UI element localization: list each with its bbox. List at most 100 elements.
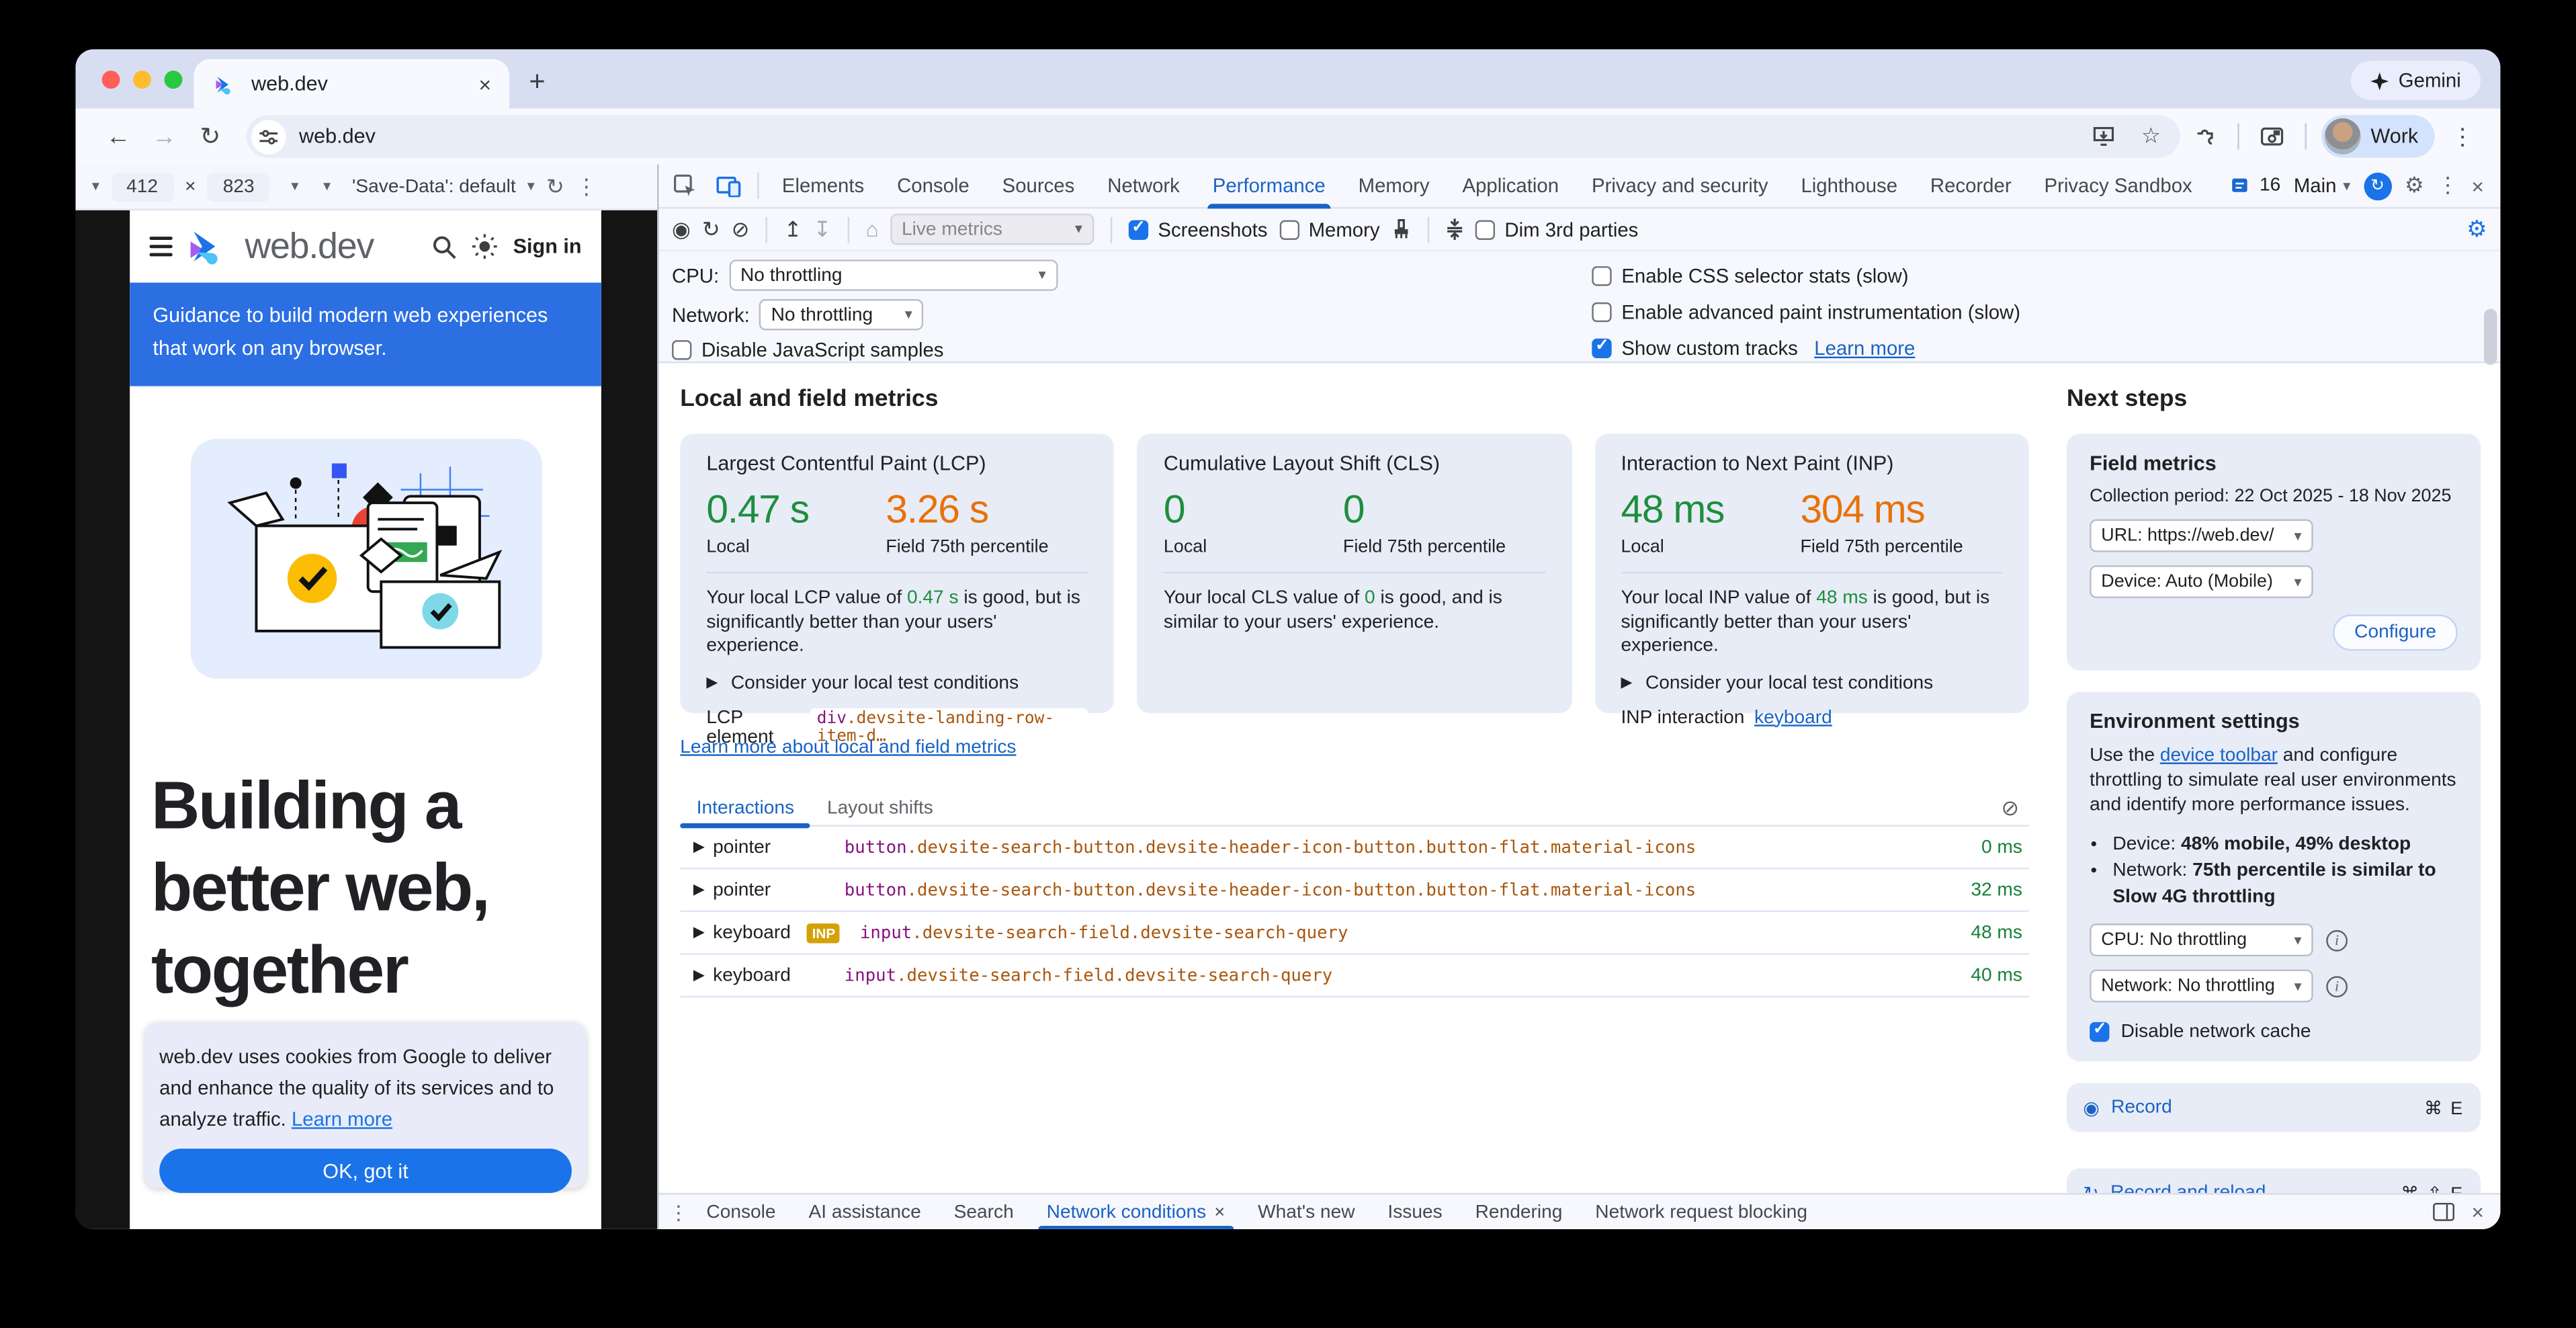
tab-sources[interactable]: Sources [988, 163, 1090, 208]
side-panel-search-icon[interactable] [2254, 126, 2290, 147]
device-toolbar-link[interactable]: device toolbar [2160, 746, 2278, 765]
expand-caret-icon[interactable]: ▶ [680, 881, 699, 899]
record-and-reload-icon[interactable]: ↻ [702, 216, 720, 243]
bookmark-star-icon[interactable]: ☆ [2135, 123, 2167, 149]
drawer-tab-network-request-blocking[interactable]: Network request blocking [1580, 1194, 1822, 1229]
drawer-tab-console[interactable]: Console [691, 1194, 790, 1229]
console-message-count[interactable]: 16 [2260, 176, 2280, 196]
expand-caret-icon[interactable]: ▶ [680, 966, 699, 985]
drawer-tab-ai-assistance[interactable]: AI assistance [793, 1194, 935, 1229]
profile-button[interactable]: Work [2321, 115, 2435, 158]
clear-icon[interactable]: ⊘ [732, 216, 750, 243]
tab-console[interactable]: Console [882, 163, 984, 208]
install-app-icon[interactable] [2087, 126, 2121, 146]
search-icon[interactable] [433, 234, 458, 259]
console-messages-icon[interactable] [2231, 177, 2253, 195]
custom-tracks-learn-more-link[interactable]: Learn more [1814, 337, 1915, 360]
zoom-dropdown[interactable]: ▾ [291, 177, 298, 196]
field-url-select[interactable]: URL: https://web.dev/▾ [2090, 520, 2313, 552]
close-drawer-tab-icon[interactable]: × [1214, 1202, 1225, 1222]
hamburger-menu-icon[interactable] [150, 237, 173, 256]
screenshots-checkbox[interactable]: Screenshots [1128, 218, 1267, 241]
maximize-window-button[interactable] [165, 70, 183, 88]
dim-3rd-parties-checkbox[interactable]: Dim 3rd parties [1475, 218, 1638, 241]
interaction-row[interactable]: ▶ keyboard INP input.devsite-search-fiel… [680, 912, 2028, 955]
extensions-icon[interactable] [2187, 125, 2223, 148]
live-metrics-home-icon[interactable]: ⌂ [865, 217, 878, 242]
css-selector-stats-checkbox[interactable]: Enable CSS selector stats (slow) [1592, 263, 2020, 288]
theme-toggle-icon[interactable] [472, 233, 499, 259]
inp-local-conditions-disclosure[interactable]: ▶ Consider your local test conditions [1621, 673, 2002, 692]
url-text[interactable]: web.dev [299, 125, 2074, 148]
window-controls[interactable] [102, 49, 183, 108]
address-bar[interactable]: web.dev ☆ [247, 115, 2180, 158]
sync-extension-icon[interactable]: ↻ [2364, 172, 2392, 200]
network-throttling-select[interactable]: No throttling▾ [759, 299, 924, 330]
memory-checkbox[interactable]: Memory [1279, 218, 1380, 241]
inspect-element-icon[interactable] [665, 174, 705, 197]
scrollbar-thumb[interactable] [2484, 309, 2497, 365]
drawer-tab-search[interactable]: Search [939, 1194, 1029, 1229]
checkbox-icon[interactable] [1279, 219, 1299, 239]
tab-performance[interactable]: Performance [1198, 163, 1340, 208]
site-brand[interactable]: web.dev [245, 225, 374, 268]
devtools-settings-gear-icon[interactable]: ⚙ [2405, 173, 2424, 199]
tab-application[interactable]: Application [1448, 163, 1574, 208]
devtools-menu-icon[interactable]: ⋮ [2437, 173, 2458, 199]
checkbox-checked-icon[interactable] [1128, 219, 1148, 239]
env-cpu-select[interactable]: CPU: No throttling▾ [2090, 923, 2313, 956]
device-type-dropdown[interactable]: ▾ [92, 177, 99, 196]
info-icon[interactable]: i [2326, 975, 2348, 997]
tab-layout-shifts[interactable]: Layout shifts [811, 790, 950, 826]
inp-interaction-link[interactable]: keyboard [1754, 708, 1832, 727]
viewport-height-input[interactable] [208, 172, 270, 202]
dock-side-icon[interactable] [2434, 1203, 2455, 1221]
record-icon[interactable]: ◉ [672, 216, 691, 243]
checkbox-icon[interactable] [672, 340, 691, 360]
device-toolbar-menu-icon[interactable]: ⋮ [576, 173, 597, 200]
forward-button[interactable]: → [144, 122, 184, 151]
drawer-tab-issues[interactable]: Issues [1373, 1194, 1457, 1229]
drawer-tab-whats-new[interactable]: What's new [1243, 1194, 1369, 1229]
cookie-learn-more-link[interactable]: Learn more [292, 1108, 392, 1130]
show-custom-tracks-checkbox[interactable]: Show custom tracks Learn more [1592, 336, 2020, 361]
metrics-learn-more-link[interactable]: Learn more about local and field metrics [680, 738, 1016, 757]
save-profile-icon[interactable]: ↧ [813, 216, 831, 243]
tab-privacy-sandbox[interactable]: Privacy Sandbox [2030, 163, 2207, 208]
main-context-dropdown[interactable]: Main▾ [2294, 174, 2350, 197]
record-button[interactable]: ◉ Record ⌘ E [2067, 1083, 2481, 1132]
tab-memory[interactable]: Memory [1344, 163, 1445, 208]
cookie-ok-button[interactable]: OK, got it [159, 1149, 572, 1193]
cpu-throttling-select[interactable]: No throttling▾ [729, 259, 1058, 290]
toggle-device-toolbar-icon[interactable] [708, 175, 749, 196]
info-icon[interactable]: i [2326, 929, 2348, 951]
sign-in-button[interactable]: Sign in [513, 235, 582, 258]
disable-js-samples-checkbox[interactable]: Disable JavaScript samples [672, 339, 1592, 362]
checkbox-icon[interactable] [1592, 302, 1611, 322]
interaction-row[interactable]: ▶ pointer button.devsite-search-button.d… [680, 827, 2028, 870]
clear-log-icon[interactable]: ⊘ [2001, 794, 2028, 821]
tab-elements[interactable]: Elements [767, 163, 879, 208]
lcp-local-conditions-disclosure[interactable]: ▶ Consider your local test conditions [706, 673, 1088, 692]
collapse-sections-icon[interactable] [1445, 218, 1463, 240]
disable-network-cache-checkbox[interactable]: Disable network cache [2090, 1022, 2458, 1042]
checkbox-icon[interactable] [1475, 219, 1494, 239]
drawer-menu-icon[interactable]: ⋮ [669, 1200, 688, 1223]
tab-close-icon[interactable]: × [474, 71, 496, 96]
drawer-tab-network-conditions[interactable]: Network conditions × [1032, 1194, 1240, 1229]
devtools-close-icon[interactable]: × [2471, 173, 2484, 198]
load-profile-icon[interactable]: ↥ [784, 216, 802, 243]
interaction-row[interactable]: ▶ pointer button.devsite-search-button.d… [680, 869, 2028, 912]
browser-menu-icon[interactable]: ⋮ [2441, 122, 2484, 151]
tab-lighthouse[interactable]: Lighthouse [1786, 163, 1912, 208]
interaction-row[interactable]: ▶ keyboard input.devsite-search-field.de… [680, 955, 2028, 998]
back-button[interactable]: ← [99, 122, 138, 151]
tab-network[interactable]: Network [1092, 163, 1195, 208]
advanced-paint-checkbox[interactable]: Enable advanced paint instrumentation (s… [1592, 300, 2020, 325]
new-tab-button[interactable]: + [529, 66, 545, 99]
checkbox-icon[interactable] [1592, 265, 1611, 285]
history-dropdown[interactable]: Live metrics▾ [890, 214, 1094, 245]
gc-brush-icon[interactable] [1391, 218, 1411, 240]
tab-interactions[interactable]: Interactions [680, 790, 810, 826]
field-device-select[interactable]: Device: Auto (Mobile)▾ [2090, 565, 2313, 598]
